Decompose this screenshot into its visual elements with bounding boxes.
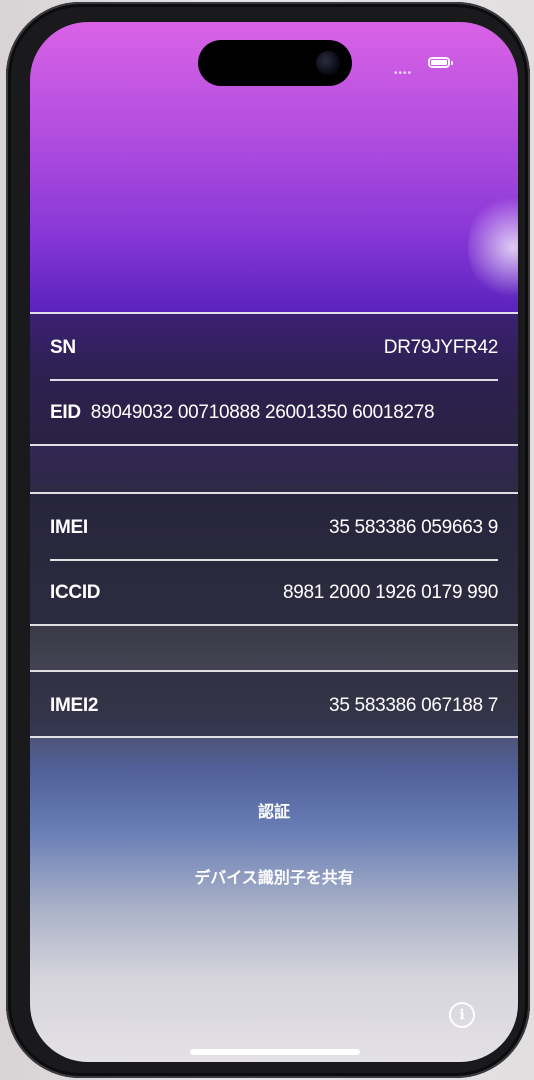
eid-label: EID: [50, 402, 81, 423]
sn-label: SN: [50, 337, 76, 358]
info-icon[interactable]: i: [449, 1002, 475, 1028]
imei2-label: IMEI2: [50, 695, 99, 716]
dynamic-island: [198, 40, 352, 86]
sn-row[interactable]: SN DR79JYFR42: [50, 316, 498, 380]
iccid-value: 8981 2000 1926 0179 990: [283, 582, 498, 603]
signal-dots-icon: ••••: [394, 68, 413, 79]
phone-screen: •••• SN DR79JYFR42 EID 89049032 00710888…: [30, 22, 518, 1062]
imei2-row[interactable]: IMEI2 35 583386 067188 7: [50, 674, 498, 738]
identifier-group-1: SN DR79JYFR42 EID 89049032 00710888 2600…: [30, 312, 518, 446]
imei-value: 35 583386 059663 9: [329, 517, 498, 538]
imei2-value: 35 583386 067188 7: [329, 695, 498, 716]
identifier-group-2: IMEI 35 583386 059663 9 ICCID 8981 2000 …: [30, 492, 518, 626]
identifier-group-3: IMEI2 35 583386 067188 7: [30, 670, 518, 738]
front-camera-icon: [316, 51, 340, 75]
iccid-row[interactable]: ICCID 8981 2000 1926 0179 990: [50, 561, 498, 625]
certify-button[interactable]: 認証: [30, 798, 518, 822]
home-indicator[interactable]: [190, 1049, 360, 1055]
phone-frame: •••• SN DR79JYFR42 EID 89049032 00710888…: [6, 2, 530, 1078]
imei-label: IMEI: [50, 517, 88, 538]
iccid-label: ICCID: [50, 582, 101, 603]
light-reflection: [468, 192, 518, 302]
share-identifiers-button[interactable]: デバイス識別子を共有: [30, 864, 518, 888]
eid-row[interactable]: EID 89049032 00710888 26001350 60018278: [50, 381, 498, 445]
eid-value: 89049032 00710888 26001350 60018278: [90, 402, 435, 423]
imei-row[interactable]: IMEI 35 583386 059663 9: [50, 496, 498, 560]
sn-value: DR79JYFR42: [383, 337, 499, 358]
battery-icon: [428, 57, 453, 68]
